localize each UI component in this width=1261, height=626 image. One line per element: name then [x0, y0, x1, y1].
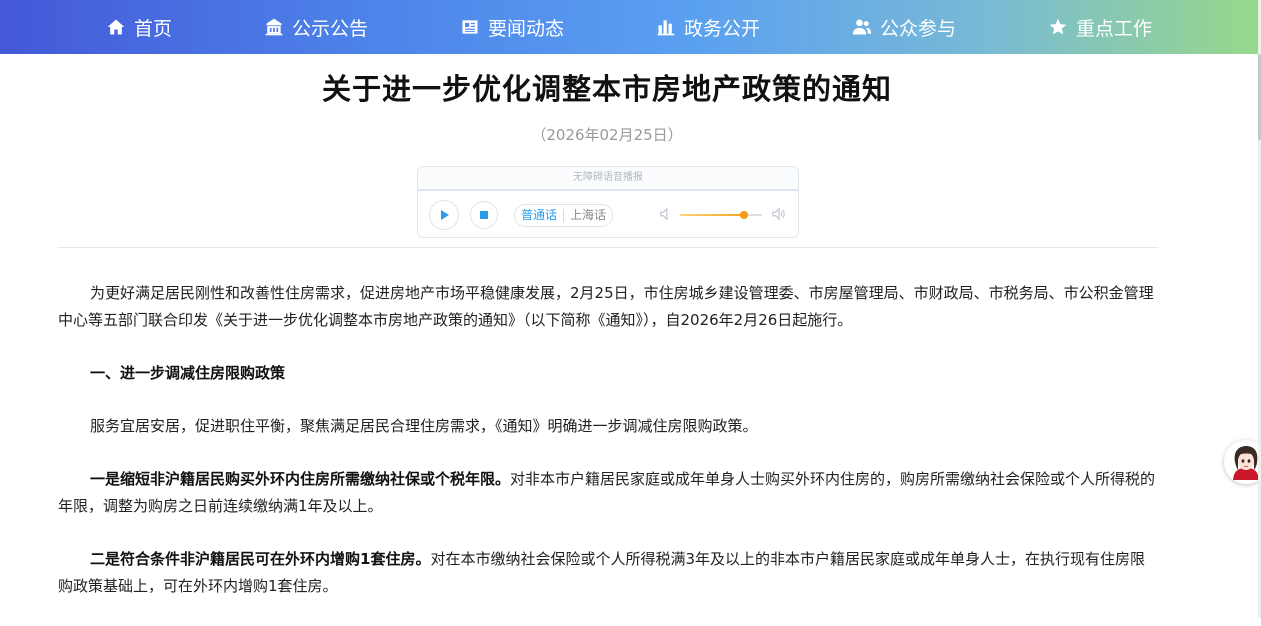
audio-player: 无障碍语音播报 普通话 上海话: [417, 166, 799, 238]
users-icon: [852, 17, 872, 37]
volume-slider-thumb[interactable]: [739, 211, 748, 219]
volume-high-icon[interactable]: [772, 207, 786, 221]
point-1-lead: 一是缩短非沪籍居民购买外环内住房所需缴纳社保或个税年限。: [90, 470, 511, 488]
nav-item-participation[interactable]: 公众参与: [852, 14, 956, 41]
publish-date: （2026年02月25日）: [531, 126, 683, 144]
volume-slider[interactable]: [680, 211, 762, 219]
header-divider: [58, 247, 1158, 248]
nav-item-label: 要闻动态: [487, 17, 564, 40]
article-body: 为更好满足居民刚性和改善性住房需求，促进房地产市场平稳健康发展，2月25日，市住…: [58, 280, 1158, 626]
nav-item-gov-affairs[interactable]: 政务公开: [656, 14, 760, 41]
paragraph-point-2: 二是符合条件非沪籍居民可在外环内增购1套住房。对在本市缴纳社会保险或个人所得税满…: [58, 546, 1158, 600]
top-nav: 首页 公示公告 要闻动态 政务公开 公众参与 重点工作: [0, 0, 1258, 54]
language-toggle: 普通话 上海话: [514, 204, 614, 227]
bar-chart-icon: [656, 17, 676, 37]
nav-item-label: 公示公告: [291, 17, 368, 40]
section-heading-text: 一、进一步调减住房限购政策: [90, 364, 286, 382]
nav-item-label: 首页: [133, 17, 172, 40]
home-icon: [106, 17, 126, 37]
play-button[interactable]: [429, 200, 459, 230]
nav-item-announcements[interactable]: 公示公告: [264, 14, 368, 41]
star-icon: [1048, 17, 1068, 37]
nav-item-label: 重点工作: [1075, 17, 1152, 40]
page-title: 关于进一步优化调整本市房地产政策的通知: [321, 72, 892, 106]
lang-shanghainese[interactable]: 上海话: [564, 205, 612, 226]
avatar-assistant-icon: [1224, 440, 1261, 484]
stop-icon: [478, 206, 490, 225]
stop-button[interactable]: [470, 201, 498, 229]
building-icon: [264, 17, 284, 37]
floating-assistant-button[interactable]: [1224, 440, 1261, 484]
point-2-lead: 二是符合条件非沪籍居民可在外环内增购1套住房。: [90, 550, 431, 568]
paragraph-point-1: 一是缩短非沪籍居民购买外环内住房所需缴纳社保或个税年限。对非本市户籍居民家庭或成…: [58, 466, 1158, 520]
volume-slider-fill: [680, 214, 744, 216]
newspaper-icon: [460, 17, 480, 37]
nav-item-key-work[interactable]: 重点工作: [1048, 14, 1152, 41]
nav-item-label: 公众参与: [879, 17, 956, 40]
audio-player-header: 无障碍语音播报: [418, 167, 798, 191]
paragraph-summary: 服务宜居安居，促进职住平衡，聚焦满足居民合理住房需求，《通知》明确进一步调减住房…: [90, 417, 758, 435]
section-heading: 一、进一步调减住房限购政策: [58, 360, 1158, 387]
nav-item-label: 政务公开: [683, 17, 760, 40]
nav-item-news[interactable]: 要闻动态: [460, 14, 564, 41]
nav-item-home[interactable]: 首页: [106, 14, 172, 41]
paragraph-intro: 为更好满足居民刚性和改善性住房需求，促进房地产市场平稳健康发展，2月25日，市住…: [58, 284, 1154, 329]
play-icon: [438, 206, 450, 225]
lang-mandarin[interactable]: 普通话: [515, 205, 563, 226]
volume-low-icon[interactable]: [659, 207, 673, 221]
